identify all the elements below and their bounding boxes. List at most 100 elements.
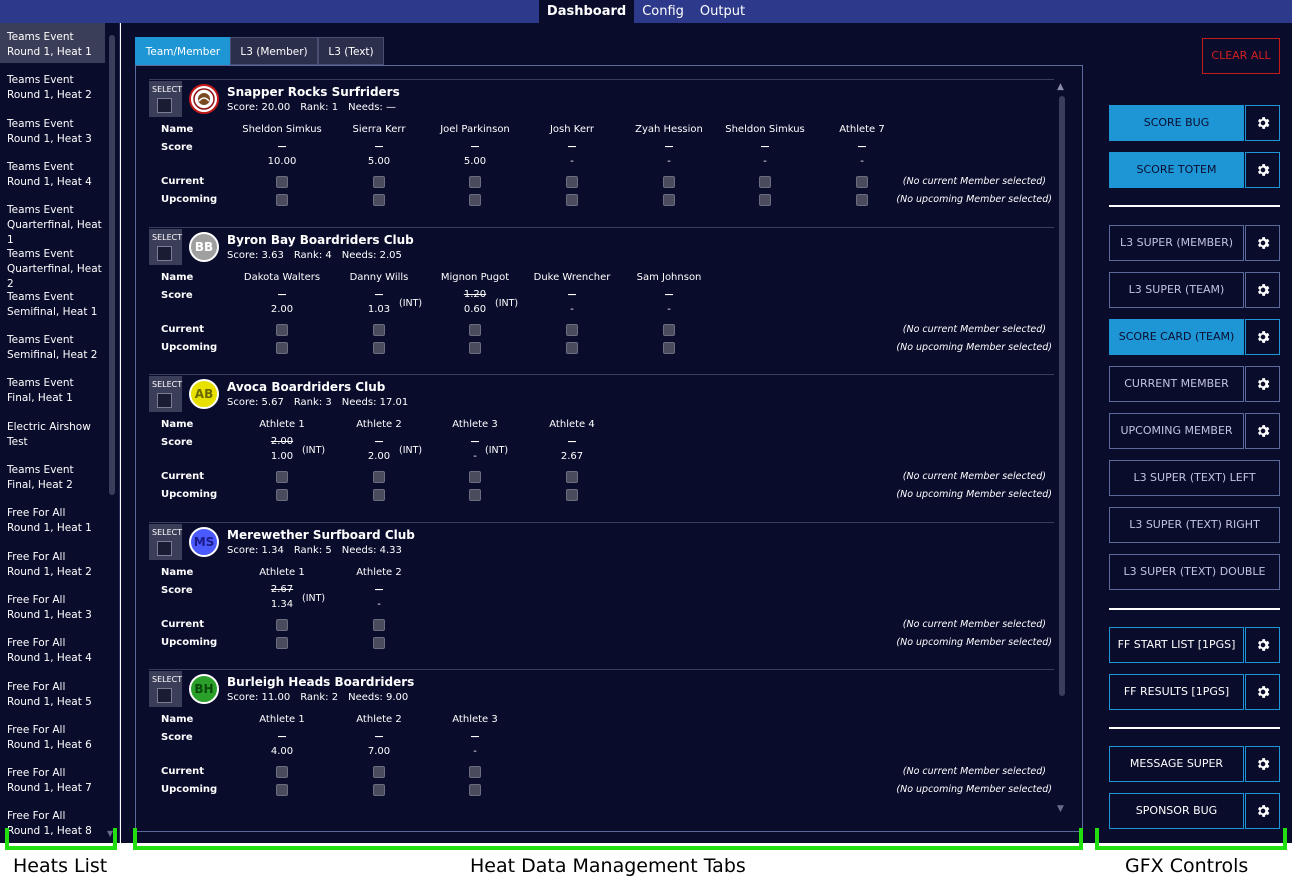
upcoming-checkbox[interactable] <box>276 636 288 649</box>
heat-item[interactable]: Free For All Round 1, Heat 4 <box>0 629 105 669</box>
current-checkbox[interactable] <box>759 176 771 188</box>
message-super-button[interactable]: MESSAGE SUPER <box>1109 746 1244 782</box>
select-checkbox[interactable] <box>157 98 172 113</box>
heat-item[interactable]: Free For All Round 1, Heat 1 <box>0 499 105 539</box>
upcoming-member-button[interactable]: UPCOMING MEMBER <box>1109 413 1244 449</box>
heat-item[interactable]: Teams Event Final, Heat 1 <box>0 369 105 409</box>
current-checkbox[interactable] <box>276 471 288 483</box>
gear-icon[interactable] <box>1245 105 1280 141</box>
select-checkbox[interactable] <box>157 393 172 408</box>
heat-item[interactable]: Teams Event Round 1, Heat 4 <box>0 153 105 193</box>
heat-item[interactable]: Free For All Round 1, Heat 2 <box>0 543 105 583</box>
current-checkbox[interactable] <box>276 618 288 631</box>
heat-item[interactable]: Teams Event Semifinal, Heat 1 <box>0 283 105 323</box>
current-checkbox[interactable] <box>373 176 385 188</box>
heat-item[interactable]: Teams Event Semifinal, Heat 2 <box>0 326 105 366</box>
upcoming-checkbox[interactable] <box>469 489 481 501</box>
score-totem-button[interactable]: SCORE TOTEM <box>1109 152 1244 188</box>
heat-item[interactable]: Free For All Round 1, Heat 5 <box>0 673 105 713</box>
ff-results-1pgs-button[interactable]: FF RESULTS [1PGS] <box>1109 674 1244 710</box>
heat-item[interactable]: Teams Event Round 1, Heat 1 <box>0 23 105 63</box>
upcoming-checkbox[interactable] <box>566 194 578 206</box>
current-checkbox[interactable] <box>276 176 288 188</box>
current-checkbox[interactable] <box>469 766 481 778</box>
upcoming-checkbox[interactable] <box>276 489 288 501</box>
team-select[interactable]: SELECT <box>149 671 182 707</box>
nav-tab-dashboard[interactable]: Dashboard <box>538 0 635 23</box>
gear-icon[interactable] <box>1245 413 1280 449</box>
l3-super-team-button[interactable]: L3 SUPER (TEAM) <box>1109 272 1244 308</box>
current-checkbox[interactable] <box>276 323 288 336</box>
current-checkbox[interactable] <box>373 323 385 336</box>
l3-super-text-right-button[interactable]: L3 SUPER (TEXT) RIGHT <box>1109 507 1280 543</box>
heat-item[interactable]: Teams Event Quarterfinal, Heat 1 <box>0 196 105 246</box>
select-checkbox[interactable] <box>157 245 172 261</box>
upcoming-checkbox[interactable] <box>373 784 385 796</box>
panel-scrollbar[interactable]: ▲ ▼ <box>1056 82 1068 817</box>
l3-super-text-left-button[interactable]: L3 SUPER (TEXT) LEFT <box>1109 460 1280 496</box>
upcoming-checkbox[interactable] <box>856 194 868 206</box>
upcoming-checkbox[interactable] <box>373 341 385 354</box>
current-checkbox[interactable] <box>566 471 578 483</box>
team-select[interactable]: SELECT <box>149 376 182 412</box>
team-select[interactable]: SELECT <box>149 228 182 265</box>
nav-tab-config[interactable]: Config <box>634 0 692 23</box>
upcoming-checkbox[interactable] <box>276 341 288 354</box>
heat-item[interactable]: Electric Airshow Test <box>0 413 105 453</box>
current-checkbox[interactable] <box>373 766 385 778</box>
l3-super-text-double-button[interactable]: L3 SUPER (TEXT) DOUBLE <box>1109 554 1280 590</box>
panel-scroll-thumb[interactable] <box>1059 96 1065 696</box>
score-card-team-button[interactable]: SCORE CARD (TEAM) <box>1109 319 1244 355</box>
current-checkbox[interactable] <box>373 471 385 483</box>
heat-item[interactable]: Teams Event Round 1, Heat 2 <box>0 66 105 106</box>
upcoming-checkbox[interactable] <box>566 341 578 354</box>
current-checkbox[interactable] <box>469 471 481 483</box>
upcoming-checkbox[interactable] <box>469 194 481 206</box>
clear-all-button[interactable]: CLEAR ALL <box>1202 38 1280 74</box>
upcoming-checkbox[interactable] <box>469 784 481 796</box>
heat-item[interactable]: Teams Event Round 1, Heat 3 <box>0 110 105 150</box>
gear-icon[interactable] <box>1245 793 1280 829</box>
current-checkbox[interactable] <box>856 176 868 188</box>
upcoming-checkbox[interactable] <box>373 636 385 649</box>
gear-icon[interactable] <box>1245 627 1280 663</box>
current-checkbox[interactable] <box>469 323 481 336</box>
gear-icon[interactable] <box>1245 152 1280 188</box>
gear-icon[interactable] <box>1245 746 1280 782</box>
upcoming-checkbox[interactable] <box>663 341 675 354</box>
gear-icon[interactable] <box>1245 272 1280 308</box>
upcoming-checkbox[interactable] <box>759 194 771 206</box>
current-checkbox[interactable] <box>663 323 675 336</box>
upcoming-checkbox[interactable] <box>373 194 385 206</box>
heat-item[interactable]: Free For All Round 1, Heat 6 <box>0 716 105 756</box>
l3-super-member-button[interactable]: L3 SUPER (MEMBER) <box>1109 225 1244 261</box>
tab-l3-member[interactable]: L3 (Member) <box>230 37 318 65</box>
team-select[interactable]: SELECT <box>149 81 182 117</box>
upcoming-checkbox[interactable] <box>566 489 578 501</box>
team-select[interactable]: SELECT <box>149 523 182 560</box>
scroll-up-icon[interactable]: ▲ <box>1057 82 1064 92</box>
upcoming-checkbox[interactable] <box>663 194 675 206</box>
select-checkbox[interactable] <box>157 688 172 703</box>
gear-icon[interactable] <box>1245 225 1280 261</box>
sponsor-bug-button[interactable]: SPONSOR BUG <box>1109 793 1244 829</box>
gear-icon[interactable] <box>1245 366 1280 402</box>
heat-item[interactable]: Free For All Round 1, Heat 3 <box>0 586 105 626</box>
heat-item[interactable]: Teams Event Final, Heat 2 <box>0 456 105 496</box>
upcoming-checkbox[interactable] <box>276 194 288 206</box>
upcoming-checkbox[interactable] <box>373 489 385 501</box>
select-checkbox[interactable] <box>157 540 172 556</box>
heats-scroll-thumb[interactable] <box>109 35 115 495</box>
heat-item[interactable]: Free For All Round 1, Heat 7 <box>0 759 105 799</box>
current-checkbox[interactable] <box>469 176 481 188</box>
upcoming-checkbox[interactable] <box>469 341 481 354</box>
ff-start-list-1pgs-button[interactable]: FF START LIST [1PGS] <box>1109 627 1244 663</box>
current-member-button[interactable]: CURRENT MEMBER <box>1109 366 1244 402</box>
gear-icon[interactable] <box>1245 319 1280 355</box>
current-checkbox[interactable] <box>566 323 578 336</box>
current-checkbox[interactable] <box>373 618 385 631</box>
current-checkbox[interactable] <box>566 176 578 188</box>
gear-icon[interactable] <box>1245 674 1280 710</box>
tab-team-member[interactable]: Team/Member <box>135 37 231 65</box>
heat-item[interactable]: Teams Event Quarterfinal, Heat 2 <box>0 240 105 290</box>
